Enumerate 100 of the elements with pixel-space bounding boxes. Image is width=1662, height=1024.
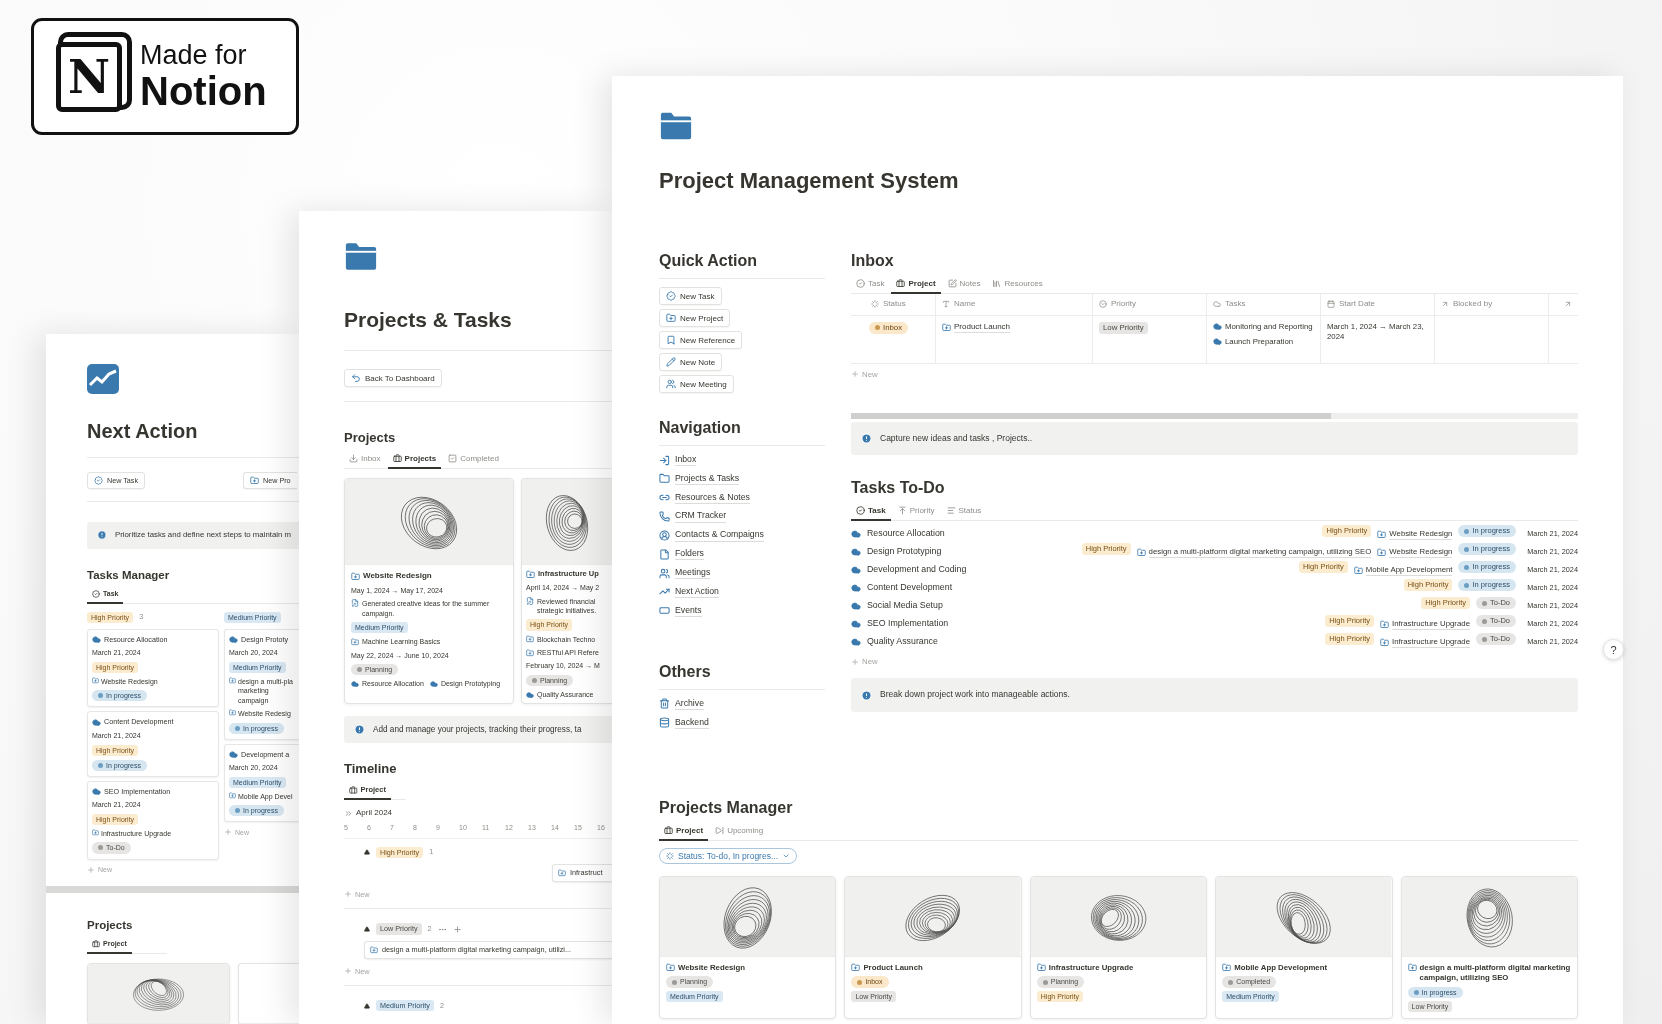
page-link[interactable]: Inbox (675, 454, 697, 467)
tab-icon (92, 939, 100, 948)
view-tab[interactable]: Completed (443, 451, 504, 469)
people-icon (659, 567, 670, 579)
page-title: Project Management System (659, 168, 959, 194)
caret-icon (364, 1002, 370, 1009)
cloud-icon (92, 717, 101, 727)
folder-icon (851, 962, 861, 972)
view-tab[interactable]: Task (851, 276, 890, 294)
folder-icon (344, 241, 378, 272)
folder-icon (92, 829, 99, 836)
note-icon (351, 599, 359, 608)
page-link[interactable]: Folders (675, 548, 704, 561)
folder-icon (666, 313, 676, 323)
page-link[interactable]: Meetings (675, 566, 711, 580)
tab-icon (448, 454, 458, 463)
people-icon (666, 379, 676, 389)
page-link[interactable]: CRM Tracker (675, 510, 727, 523)
view-tab[interactable]: Project (659, 822, 709, 841)
task-title[interactable]: Development and Coding (867, 564, 967, 577)
view-tab[interactable]: Upcoming (710, 822, 769, 841)
folder-icon (351, 571, 360, 581)
folder-icon (1379, 637, 1389, 647)
task-title[interactable]: Social Media Setup (867, 600, 943, 613)
section-title: Navigation (659, 419, 741, 437)
tab-icon (947, 279, 957, 288)
task-title[interactable]: SEO Implementation (867, 618, 949, 631)
section-title: Quick Action (659, 252, 758, 270)
folder-icon (1379, 619, 1389, 629)
plus-icon (344, 890, 352, 899)
view-tab[interactable]: Notes (942, 276, 986, 294)
row-title[interactable]: Product Launch (954, 321, 1011, 334)
section-title: Projects Manager (659, 798, 793, 817)
alert-icon (97, 530, 107, 541)
task-title[interactable]: Design Prototyping (867, 546, 942, 559)
note-icon (526, 596, 534, 605)
folder-icon (526, 648, 534, 657)
view-tab[interactable]: Inbox (344, 451, 386, 469)
phone-icon (659, 511, 670, 523)
folder-icon (92, 676, 99, 684)
page-link[interactable]: Archive (675, 697, 704, 711)
action-button[interactable]: New Reference (659, 331, 743, 349)
arrow-icon (1441, 300, 1449, 309)
back-button[interactable]: Back To Dashboard (344, 369, 442, 387)
page-link[interactable]: Resources & Notes (675, 491, 750, 504)
task-title[interactable]: Quality Assurance (867, 636, 938, 649)
action-button[interactable]: New Task (659, 287, 722, 305)
view-tab[interactable]: Projects (387, 451, 442, 469)
return-arrow-icon (351, 373, 361, 383)
page-link[interactable]: Next Action (675, 585, 719, 598)
file-icon (659, 548, 670, 560)
alert-icon (354, 724, 365, 736)
folder-icon (370, 945, 378, 954)
view-tab[interactable]: Resources (987, 276, 1048, 294)
action-button[interactable]: New Note (659, 353, 723, 371)
folder-icon (659, 473, 670, 485)
tab-icon (896, 279, 906, 288)
text-type-icon (942, 300, 950, 309)
folder-icon (1222, 962, 1232, 972)
page-link[interactable]: Events (675, 604, 702, 617)
folder-icon (351, 637, 359, 646)
arrow-icon (1564, 300, 1572, 309)
task-title[interactable]: Content Development (867, 582, 953, 595)
task-title[interactable]: Resource Allocation (867, 528, 945, 541)
cloud-icon (851, 547, 861, 558)
folder-icon (1377, 529, 1387, 539)
callout-text: Add and manage your projects, tracking their progress, ta (373, 724, 582, 736)
folder-icon (229, 676, 236, 684)
tab-icon (856, 506, 865, 516)
cloud-icon (851, 601, 861, 612)
tab-icon (349, 785, 358, 795)
page-link[interactable]: Projects & Tasks (675, 472, 740, 486)
badge-caption: Made for (140, 41, 248, 70)
cloud-icon (229, 634, 238, 644)
gallery-card[interactable] (238, 962, 299, 1024)
callout-text: Break down project work into manageable actions. (880, 689, 1070, 701)
plus-icon (224, 828, 232, 837)
page-link[interactable]: Backend (675, 716, 709, 729)
page-link[interactable]: Contacts & Compaigns (675, 529, 764, 542)
view-tab[interactable]: Project (891, 276, 941, 294)
scrollbar[interactable] (851, 412, 1331, 419)
tab-icon (946, 506, 956, 516)
filter-chip[interactable]: Status: To-do, In progres... (659, 847, 797, 864)
project-card[interactable] (344, 478, 514, 705)
plus-icon (87, 865, 95, 874)
action-button[interactable]: New Project (659, 309, 731, 327)
section-title: Tasks To-Do (851, 479, 945, 498)
view-tab[interactable]: Task (851, 503, 891, 522)
pencil-icon (666, 357, 676, 367)
card-title: Website Redesign (363, 571, 432, 582)
folder-icon (1353, 565, 1363, 575)
caret-icon (364, 926, 370, 933)
view-tab[interactable]: Status (941, 503, 987, 522)
spinner-icon (871, 300, 879, 309)
action-button[interactable]: New Meeting (659, 375, 734, 393)
cloud-icon (851, 619, 861, 630)
plus-icon (851, 370, 859, 379)
folder-icon (1136, 547, 1146, 557)
folder-icon (1377, 547, 1387, 557)
column-header: Start Date (1339, 299, 1375, 310)
